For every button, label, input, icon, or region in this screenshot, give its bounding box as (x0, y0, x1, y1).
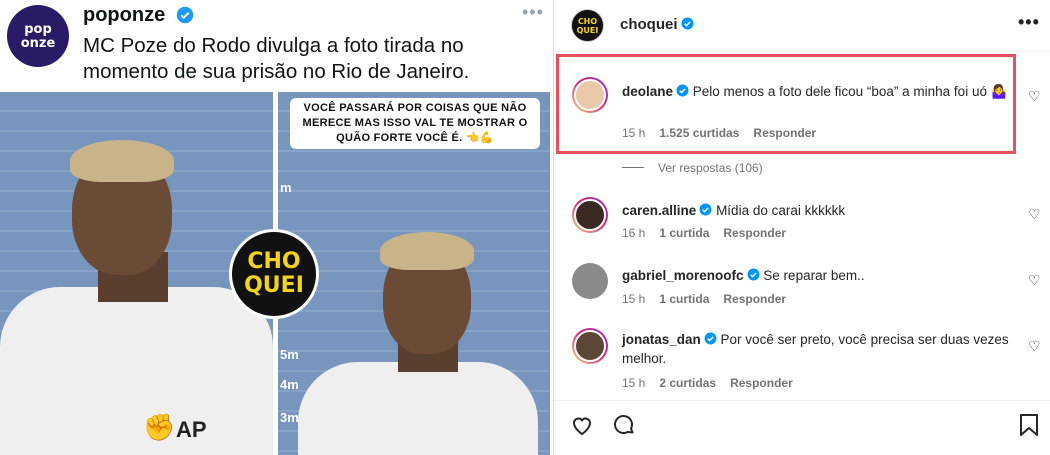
comment-likes[interactable]: 1 curtida (659, 292, 709, 306)
like-heart-icon[interactable]: ♡ (1028, 338, 1041, 355)
comment-text: gabriel_morenoofc Se reparar bem.. (622, 268, 865, 283)
comment-meta: 15 h 2 curtidas Responder (622, 376, 807, 390)
comment-avatar[interactable] (572, 328, 608, 364)
comment-username[interactable]: caren.alline (622, 203, 696, 218)
see-replies-link[interactable]: Ver respostas (106) (622, 161, 763, 175)
comment-time[interactable]: 15 h (622, 376, 645, 390)
comment-username[interactable]: gabriel_morenoofc (622, 268, 744, 283)
fist-emoji: ✊ (143, 412, 176, 442)
tweet-header: pop onze poponze ••• MC Poze do Rodo div… (0, 0, 553, 92)
like-heart-icon[interactable]: ♡ (1028, 88, 1041, 105)
comment-avatar[interactable] (572, 197, 608, 233)
heart-icon[interactable] (570, 413, 594, 437)
like-heart-icon[interactable]: ♡ (1028, 272, 1041, 289)
tweet-author[interactable]: poponze (83, 4, 165, 27)
image-caption: VOCÊ PASSARÁ POR COISAS QUE NÃO MERECE M… (290, 98, 540, 149)
more-icon[interactable]: ••• (522, 2, 544, 23)
comment-meta: 15 h 1 curtida Responder (622, 292, 800, 306)
verified-icon (699, 203, 712, 216)
verified-icon (704, 332, 717, 345)
comment-likes[interactable]: 2 curtidas (659, 376, 716, 390)
more-options-icon[interactable]: ••• (1018, 12, 1040, 33)
comment-text: caren.alline Mídia do carai kkkkkk (622, 203, 846, 218)
like-heart-icon[interactable]: ♡ (1028, 206, 1041, 223)
comment-time[interactable]: 15 h (622, 292, 645, 306)
profile-username[interactable]: choquei (620, 16, 694, 33)
comment-username[interactable]: jonatas_dan (622, 332, 701, 347)
reply-button[interactable]: Responder (730, 376, 793, 390)
tweet-text: MC Poze do Rodo divulga a foto tirada no… (83, 34, 470, 83)
verified-icon (747, 268, 759, 281)
comment-icon[interactable] (612, 413, 636, 437)
profile-avatar[interactable]: CHO QUEI (571, 9, 604, 42)
post-actions-bar (554, 400, 1050, 455)
post-header: CHO QUEI choquei ••• (554, 0, 1050, 52)
tweet-avatar[interactable]: pop onze (7, 5, 69, 67)
shirt-text: AP (176, 417, 207, 442)
verified-icon (681, 17, 693, 30)
highlight-box (556, 54, 1016, 154)
comment-likes[interactable]: 1 curtida (659, 226, 709, 240)
reply-button[interactable]: Responder (723, 292, 786, 306)
comment-time[interactable]: 16 h (622, 226, 645, 240)
choquei-logo: CHO QUEI (229, 229, 319, 319)
comment-avatar[interactable] (572, 263, 608, 299)
reply-button[interactable]: Responder (723, 226, 786, 240)
tweet-screenshot: pop onze poponze ••• MC Poze do Rodo div… (0, 0, 553, 455)
comment-text: jonatas_dan Por você ser preto, você pre… (622, 332, 1009, 366)
comment-meta: 16 h 1 curtida Responder (622, 226, 800, 240)
verified-icon (176, 6, 194, 24)
bookmark-icon[interactable] (1018, 413, 1040, 437)
